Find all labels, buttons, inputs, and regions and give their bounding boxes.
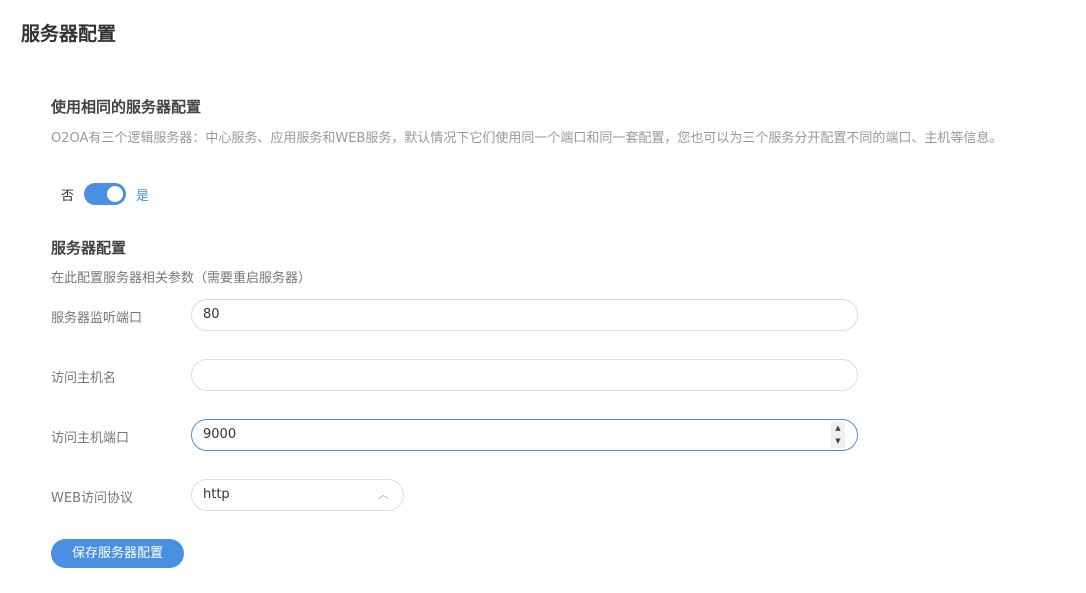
host-port-value: 9000 (203, 427, 237, 442)
protocol-label: WEB访问协议 (51, 491, 133, 506)
host-name-input[interactable] (191, 359, 858, 391)
host-name-label: 访问主机名 (51, 371, 117, 386)
server-config-title: 服务器配置 (51, 239, 127, 257)
same-config-title: 使用相同的服务器配置 (51, 98, 202, 116)
host-port-label: 访问主机端口 (51, 431, 130, 446)
toggle-off-label: 否 (61, 188, 75, 204)
listen-port-label: 服务器监听端口 (51, 311, 143, 326)
same-config-switch[interactable] (84, 183, 127, 205)
number-spinner[interactable]: ▲ ▼ (831, 422, 845, 448)
page-title: 服务器配置 (21, 23, 117, 45)
host-port-input[interactable]: 9000 ▲ ▼ (191, 419, 858, 451)
chevron-up-icon: ︿ (378, 488, 389, 501)
same-config-toggle-row: 否 是 (61, 183, 149, 205)
spin-down-icon[interactable]: ▼ (831, 435, 845, 448)
protocol-select[interactable]: http ︿ (191, 479, 404, 511)
toggle-on-label: 是 (136, 188, 150, 204)
spin-up-icon[interactable]: ▲ (831, 422, 845, 435)
server-config-description: 在此配置服务器相关参数（需要重启服务器） (51, 271, 312, 286)
switch-knob (107, 186, 124, 202)
listen-port-input[interactable]: 80 (191, 299, 858, 331)
protocol-value: http (203, 487, 230, 502)
save-server-config-button[interactable]: 保存服务器配置 (51, 539, 184, 568)
same-config-description: O2OA有三个逻辑服务器：中心服务、应用服务和WEB服务，默认情况下它们使用同一… (51, 131, 1003, 146)
